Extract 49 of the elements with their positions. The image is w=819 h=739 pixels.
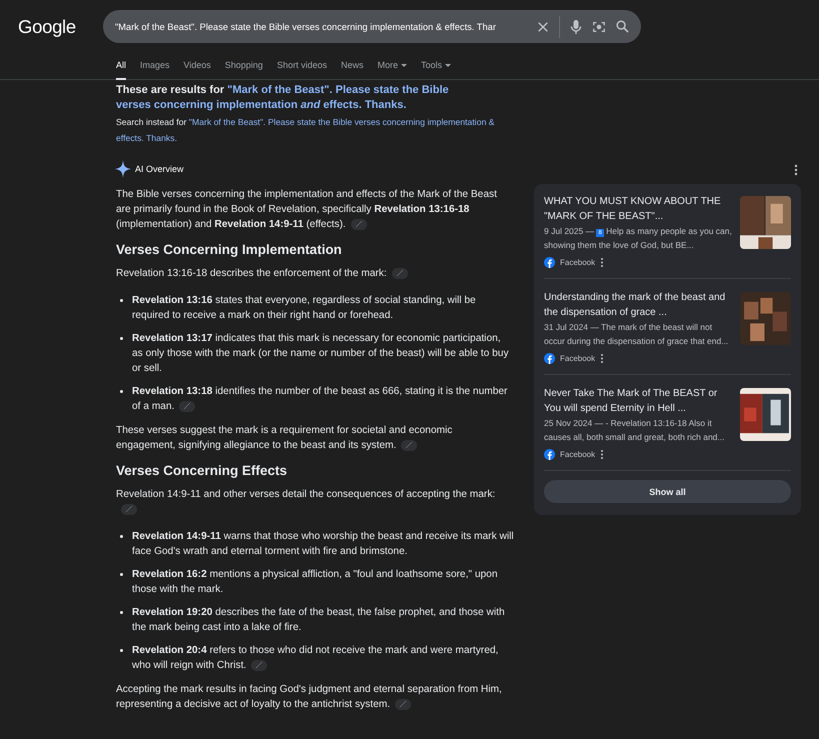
source-site-name: Facebook	[560, 258, 596, 267]
bullet-text: Revelation 13:17 indicates that this mark is necessary for economic participation, as only those with the mark (or the name or number of the beast) will be able to buy or sell.	[132, 332, 510, 376]
source-site-name: Facebook	[560, 354, 596, 363]
spelling-correction-notice: These are results for "Mark of the Beast". Please state the Bible verses concerning implementation and effects. Thanks.	[116, 83, 450, 113]
bullet-text: Revelation 20:4 refers to those who did not receive the mark and were martyred, who will reign with Christ.	[132, 643, 514, 673]
more-options-icon[interactable]	[600, 257, 604, 268]
overview-paragraph: Revelation 14:9-11 and other verses detail the consequences of accepting the mark:	[116, 487, 514, 517]
search-tab[interactable]: More	[377, 60, 398, 80]
facebook-icon	[544, 449, 555, 460]
ai-overview-title: AI Overview	[135, 164, 184, 174]
caret-icon[interactable]	[401, 64, 407, 68]
search-tab[interactable]: Short videos	[276, 60, 327, 80]
search-input[interactable]: "Mark of the Beast". Please state the Bible verses concerning implementation & effects. Thar	[115, 22, 527, 32]
bullet-text: Revelation 13:18 identifies the number of the beast as 666, stating it is the number of a man.	[132, 384, 514, 414]
microphone-icon[interactable]	[570, 18, 582, 34]
search-tab[interactable]: Shopping	[224, 60, 263, 80]
caret-icon[interactable]	[445, 64, 452, 68]
source-snippet: 31 Jul 2024 — The mark of the beast will not occur during the dispensation of grace that end...	[544, 321, 730, 348]
section-heading: Verses Concerning Implementation	[116, 242, 343, 257]
camera-icon[interactable]	[592, 20, 606, 34]
overview-paragraph: These verses suggest the mark is a requirement for societal and economic engagement, signifying allegiance to the beast and its system.	[116, 423, 514, 453]
show-all-button[interactable]: Show all	[544, 480, 791, 503]
bullet-text: Revelation 16:2 mentions a physical affliction, a "foul and loathsome sore," upon those with the mark.	[132, 568, 499, 597]
sparkle-icon	[115, 160, 131, 178]
more-options-icon[interactable]	[794, 164, 798, 176]
google-logo[interactable]: Google	[18, 16, 103, 38]
bullet-text: Revelation 19:20 describes the fate of the beast, the false prophet, and those with the mark being cast into a lake of fire.	[132, 606, 506, 635]
search-tab[interactable]: News	[340, 60, 364, 80]
source-title-link[interactable]: Never Take The Mark of The BEAST or You will spend Eternity in Hell ...	[544, 386, 732, 416]
search-tab[interactable]: Images	[140, 60, 170, 80]
overview-paragraph: The Bible verses concerning the implementation and effects of the Mark of the Beast are primarily found in the Book of Revelation, specifically Revelation 13:16-18 (implementation) and Revelation 14:9-11 (effects).	[116, 187, 514, 232]
more-options-icon[interactable]	[600, 449, 604, 460]
search-icon[interactable]	[616, 20, 629, 33]
close-icon[interactable]	[537, 20, 549, 32]
search-tab[interactable]: Tools	[421, 60, 442, 80]
source-site-name: Facebook	[560, 450, 596, 459]
section-heading: Verses Concerning Effects	[116, 463, 288, 478]
facebook-icon	[544, 353, 555, 364]
overview-paragraph: Accepting the mark results in facing God's judgment and eternal separation from Him, representing a decisive act of loyalty to the antichrist system.	[116, 682, 514, 712]
bullet-text: Revelation 14:9-11 warns that those who worship the beast and receive its mark will face God's wrath and eternal torment with fire and brimstone.	[132, 530, 514, 559]
source-title-link[interactable]: WHAT YOU MUST KNOW ABOUT THE "MARK OF THE BEAST"...	[544, 194, 732, 224]
source-title-link[interactable]: Understanding the mark of the beast and the dispensation of grace ...	[544, 290, 732, 320]
facebook-icon	[544, 257, 555, 268]
bullet-text: Revelation 13:16 states that everyone, regardless of social standing, will be required to receive a mark on their right hand or forehead.	[132, 294, 477, 323]
more-options-icon[interactable]	[600, 353, 604, 364]
search-instead-notice: Search instead for "Mark of the Beast". Please state the Bible verses concerning implementation & effects. Thanks.	[116, 116, 496, 145]
overview-paragraph: Revelation 13:16-18 describes the enforcement of the mark:	[116, 266, 514, 281]
search-tab[interactable]: Videos	[184, 60, 211, 80]
source-snippet: 25 Nov 2024 — - Revelation 13:16-18 Also it causes all, both small and great, both rich and...	[544, 417, 726, 444]
